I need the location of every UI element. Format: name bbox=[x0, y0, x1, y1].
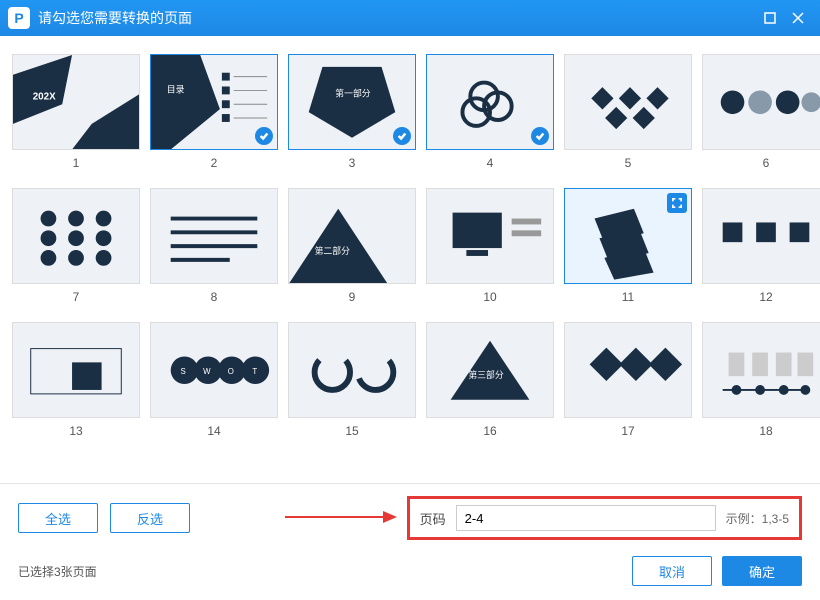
slide-thumb-9[interactable]: 第二部分 bbox=[288, 188, 416, 284]
svg-text:第一部分: 第一部分 bbox=[335, 87, 371, 98]
slide-number: 4 bbox=[487, 156, 494, 170]
slide-grid-container: 202X 1 目录 2 第一部分 3 4 5 6 7 8 第二部分 9 10 11 12 13 S W O T 14 15 第… bbox=[0, 36, 820, 483]
slide-number: 5 bbox=[625, 156, 632, 170]
slide-number: 12 bbox=[759, 290, 772, 304]
slide-number: 16 bbox=[483, 424, 496, 438]
svg-text:S: S bbox=[181, 367, 186, 376]
slide-thumb-1[interactable]: 202X bbox=[12, 54, 140, 150]
page-range-box: 页码 示例：1,3-5 bbox=[407, 496, 802, 540]
svg-text:W: W bbox=[203, 367, 211, 376]
slide-number: 15 bbox=[345, 424, 358, 438]
select-all-button[interactable]: 全选 bbox=[18, 503, 98, 533]
slide-grid: 202X 1 目录 2 第一部分 3 4 5 6 7 8 第二部分 9 10 11 12 13 S W O T 14 15 第… bbox=[12, 54, 808, 446]
slide-number: 11 bbox=[622, 290, 634, 304]
slide-number: 10 bbox=[483, 290, 496, 304]
slide-number: 8 bbox=[211, 290, 218, 304]
page-label: 页码 bbox=[420, 509, 446, 528]
slide-thumb-7[interactable] bbox=[12, 188, 140, 284]
window-title: 请勾选您需要转换的页面 bbox=[38, 8, 756, 28]
slide-thumb-15[interactable] bbox=[288, 322, 416, 418]
slide-thumb-16[interactable]: 第三部分 bbox=[426, 322, 554, 418]
svg-text:目录: 目录 bbox=[167, 84, 185, 94]
slide-thumb-17[interactable] bbox=[564, 322, 692, 418]
slide-number: 3 bbox=[349, 156, 356, 170]
slide-number: 1 bbox=[73, 156, 80, 170]
svg-text:第三部分: 第三部分 bbox=[468, 369, 504, 380]
check-icon bbox=[531, 127, 549, 145]
slide-thumb-5[interactable] bbox=[564, 54, 692, 150]
slide-thumb-8[interactable] bbox=[150, 188, 278, 284]
slide-number: 13 bbox=[69, 424, 82, 438]
svg-text:202X: 202X bbox=[33, 91, 56, 102]
cancel-button[interactable]: 取消 bbox=[632, 556, 712, 586]
slide-number: 2 bbox=[211, 156, 218, 170]
controls-row: 全选 反选 页码 示例：1,3-5 bbox=[0, 483, 820, 546]
ok-button[interactable]: 确定 bbox=[722, 556, 802, 586]
slide-thumb-4[interactable] bbox=[426, 54, 554, 150]
slide-number: 14 bbox=[207, 424, 220, 438]
maximize-button[interactable] bbox=[756, 4, 784, 32]
slide-thumb-3[interactable]: 第一部分 bbox=[288, 54, 416, 150]
slide-number: 17 bbox=[621, 424, 634, 438]
app-logo: P bbox=[8, 7, 30, 29]
slide-thumb-2[interactable]: 目录 bbox=[150, 54, 278, 150]
slide-thumb-10[interactable] bbox=[426, 188, 554, 284]
svg-text:第二部分: 第二部分 bbox=[315, 245, 351, 256]
slide-number: 7 bbox=[73, 290, 80, 304]
svg-text:O: O bbox=[228, 367, 234, 376]
title-bar: P 请勾选您需要转换的页面 bbox=[0, 0, 820, 36]
invert-selection-button[interactable]: 反选 bbox=[110, 503, 190, 533]
page-example: 示例：1,3-5 bbox=[726, 510, 789, 527]
slide-number: 6 bbox=[763, 156, 770, 170]
page-range-input[interactable] bbox=[456, 505, 716, 531]
check-icon bbox=[255, 127, 273, 145]
slide-thumb-14[interactable]: SWOT bbox=[150, 322, 278, 418]
slide-number: 18 bbox=[759, 424, 772, 438]
expand-icon[interactable] bbox=[667, 193, 687, 213]
slide-number: 9 bbox=[349, 290, 356, 304]
close-button[interactable] bbox=[784, 4, 812, 32]
check-icon bbox=[393, 127, 411, 145]
selection-status: 已选择3张页面 bbox=[18, 563, 97, 580]
svg-text:T: T bbox=[252, 367, 257, 376]
slide-thumb-13[interactable] bbox=[12, 322, 140, 418]
slide-thumb-12[interactable] bbox=[702, 188, 820, 284]
slide-thumb-18[interactable] bbox=[702, 322, 820, 418]
slide-thumb-11[interactable] bbox=[564, 188, 692, 284]
slide-thumb-6[interactable] bbox=[702, 54, 820, 150]
footer-row: 已选择3张页面 取消 确定 bbox=[0, 546, 820, 600]
arrow-annotation bbox=[285, 511, 405, 534]
